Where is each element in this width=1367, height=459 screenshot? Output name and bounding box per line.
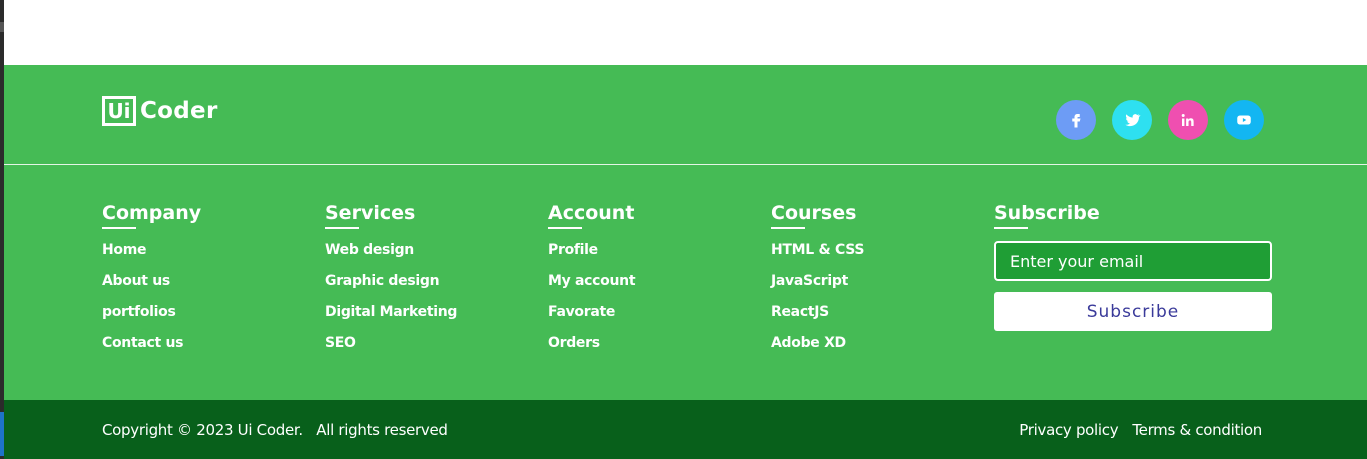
subscribe-title: Subscribe <box>994 202 1100 224</box>
legal-links: Privacy policy Terms & condition <box>1019 421 1262 439</box>
footer-link-adobe-xd[interactable]: Adobe XD <box>771 334 864 365</box>
logo[interactable]: Ui Coder <box>102 96 218 126</box>
footer-column-courses: Courses HTML & CSS JavaScript ReactJS Ad… <box>771 202 864 365</box>
footer-link-contact[interactable]: Contact us <box>102 334 201 365</box>
youtube-icon <box>1237 115 1251 125</box>
social-links <box>1056 100 1264 140</box>
footer-column-account: Account Profile My account Favorate Orde… <box>548 202 636 365</box>
footer-link-html-css[interactable]: HTML & CSS <box>771 241 864 272</box>
title-underline <box>102 227 136 229</box>
title-underline <box>994 227 1028 229</box>
column-title: Company <box>102 202 202 224</box>
footer-link-digital-marketing[interactable]: Digital Marketing <box>325 303 457 334</box>
footer-divider <box>4 164 1367 165</box>
footer-link-seo[interactable]: SEO <box>325 334 457 365</box>
logo-text: Coder <box>140 98 218 124</box>
twitter-link[interactable] <box>1112 100 1152 140</box>
column-title: Courses <box>771 202 857 224</box>
youtube-link[interactable] <box>1224 100 1264 140</box>
footer-link-portfolios[interactable]: portfolios <box>102 303 201 334</box>
footer-column-company: Company Home About us portfolios Contact… <box>102 202 201 365</box>
copyright-text: Copyright © 2023 Ui Coder. All rights re… <box>102 421 448 439</box>
column-title: Services <box>325 202 416 224</box>
subscribe-button[interactable]: Subscribe <box>994 292 1272 331</box>
footer-link-my-account[interactable]: My account <box>548 272 636 303</box>
privacy-policy-link[interactable]: Privacy policy <box>1019 421 1118 439</box>
title-underline <box>771 227 805 229</box>
linkedin-icon <box>1181 114 1194 126</box>
footer-link-favorate[interactable]: Favorate <box>548 303 635 334</box>
title-underline <box>548 227 582 229</box>
footer-link-javascript[interactable]: JavaScript <box>771 272 864 303</box>
footer-link-home[interactable]: Home <box>102 241 201 272</box>
footer-main: Ui Coder Company Home About us portfolio… <box>4 65 1367 400</box>
footer-link-graphic-design[interactable]: Graphic design <box>325 272 457 303</box>
logo-mark: Ui <box>102 96 136 126</box>
footer-link-profile[interactable]: Profile <box>548 241 635 272</box>
column-title: Account <box>548 202 635 224</box>
email-input[interactable] <box>994 241 1272 281</box>
footer-column-services: Services Web design Graphic design Digit… <box>325 202 457 365</box>
terms-condition-link[interactable]: Terms & condition <box>1132 421 1262 439</box>
footer-link-about[interactable]: About us <box>102 272 201 303</box>
facebook-icon <box>1072 114 1081 128</box>
footer-link-reactjs[interactable]: ReactJS <box>771 303 864 334</box>
footer-link-web-design[interactable]: Web design <box>325 241 457 272</box>
facebook-link[interactable] <box>1056 100 1096 140</box>
footer-bottom-bar: Copyright © 2023 Ui Coder. All rights re… <box>4 400 1367 459</box>
footer-column-subscribe: Subscribe <box>994 202 1100 229</box>
twitter-icon <box>1125 114 1141 127</box>
page-content-area <box>4 0 1367 65</box>
linkedin-link[interactable] <box>1168 100 1208 140</box>
title-underline <box>325 227 359 229</box>
footer-link-orders[interactable]: Orders <box>548 334 635 365</box>
